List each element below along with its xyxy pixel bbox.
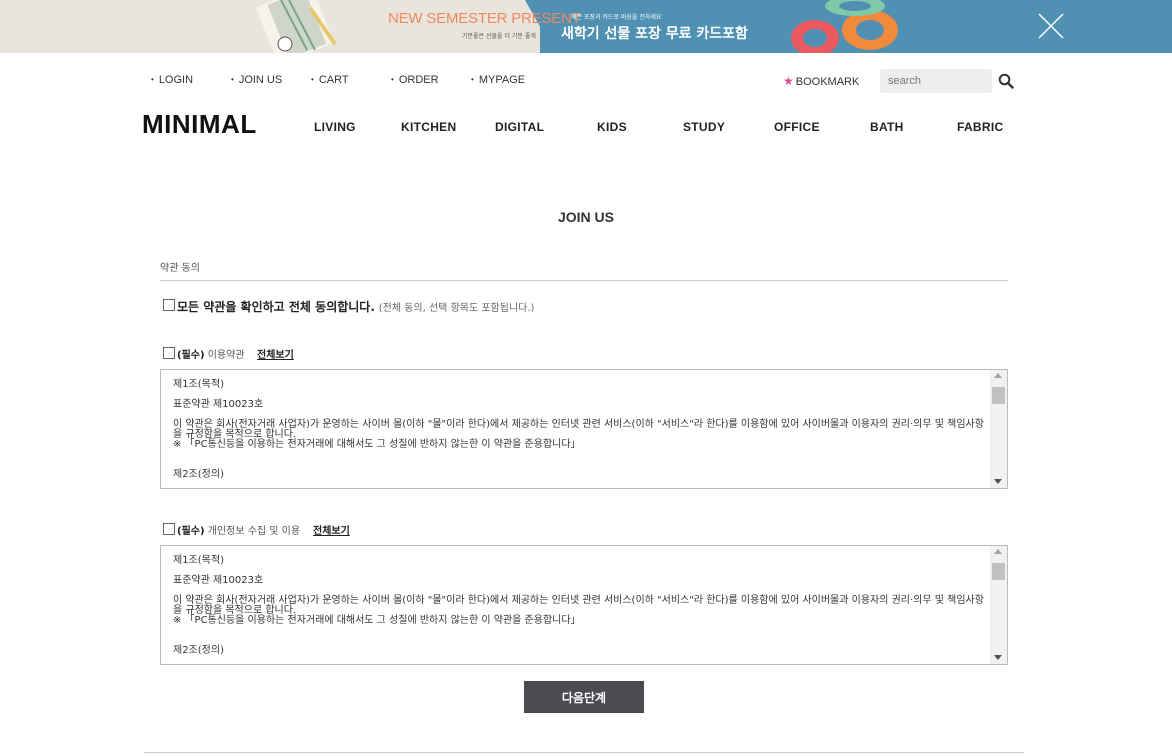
banner-headline: NEW SEMESTER PRESENT (388, 10, 581, 27)
star-icon: ★ (783, 74, 794, 88)
terms-of-use-checkbox[interactable] (163, 347, 175, 359)
search-input[interactable] (880, 69, 992, 93)
banner-small-text: 예쁜 포장과 카드로 마음을 전하세요 (571, 14, 662, 21)
section-label: 약관 동의 (160, 263, 200, 274)
order-link[interactable]: ORDER (391, 74, 439, 86)
close-icon[interactable] (1038, 13, 1064, 39)
terms-of-use-heading: (필수) 이용약관 (177, 346, 245, 361)
agree-all-text: 모든 약관을 확인하고 전체 동의합니다. (전체 동의, 선택 항목도 포함됩… (177, 298, 534, 315)
scrollbar[interactable] (990, 370, 1007, 488)
agree-all-note: (전체 동의, 선택 항목도 포함됩니다.) (378, 303, 535, 314)
terms-line: 이 약관은 회사(전자거래 사업자)가 운영하는 사이버 몰(이하 "몰"이라 … (173, 419, 984, 440)
scroll-down-icon[interactable] (994, 479, 1002, 484)
terms-line: ※ 「PC통신등을 이용하는 전자거래에 대해서도 그 성질에 반하지 않는한 … (173, 439, 581, 450)
terms-of-use-view-all-link[interactable]: 전체보기 (257, 346, 294, 361)
terms-of-use-title: 이용약관 (207, 350, 245, 361)
scroll-up-icon[interactable] (994, 373, 1002, 378)
mypage-link[interactable]: MYPAGE (471, 74, 525, 86)
privacy-terms-content: 제1조(목적) 표준약관 제10023호 이 약관은 회사(전자거래 사업자)가… (173, 555, 985, 664)
scroll-down-icon[interactable] (994, 655, 1002, 660)
section-divider (160, 280, 1008, 281)
agree-all-checkbox[interactable] (163, 299, 175, 311)
banner-promo-text: 새학기 선물 포장 무료 카드포함 (561, 26, 748, 42)
terms-line: 제2조(정의) (173, 469, 224, 480)
scrollbar-thumb[interactable] (992, 387, 1005, 404)
site-logo[interactable]: MINIMAL (142, 109, 257, 140)
nav-item-fabric[interactable]: FABRIC (957, 120, 1003, 134)
privacy-terms-box[interactable]: 제1조(목적) 표준약관 제10023호 이 약관은 회사(전자거래 사업자)가… (160, 545, 1008, 665)
promo-banner[interactable]: NEW SEMESTER PRESENT 기분좋은 선물을 더 기분 좋게 예쁜… (0, 0, 1172, 53)
nav-item-office[interactable]: OFFICE (774, 120, 820, 134)
tape-rolls-illustration (791, 0, 898, 53)
terms-line: 표준약관 제10023호 (173, 399, 264, 410)
page-title: JOIN US (557, 209, 614, 225)
scroll-up-icon[interactable] (994, 549, 1002, 554)
search-icon[interactable] (998, 73, 1014, 89)
nav-item-living[interactable]: LIVING (314, 120, 356, 134)
required-tag: (필수) (177, 350, 205, 361)
nav-item-digital[interactable]: DIGITAL (495, 120, 544, 134)
privacy-heading: (필수) 개인정보 수집 및 이용 (177, 522, 300, 537)
required-tag: (필수) (177, 526, 205, 537)
bookmark-label: BOOKMARK (795, 76, 860, 88)
scrollbar-thumb[interactable] (992, 563, 1005, 580)
next-step-button[interactable]: 다음단계 (524, 681, 644, 713)
terms-of-use-box[interactable]: 제1조(목적) 표준약관 제10023호 이 약관은 회사(전자거래 사업자)가… (160, 369, 1008, 489)
terms-line: 제2조(정의) (173, 645, 224, 656)
nav-item-bath[interactable]: BATH (870, 120, 904, 134)
join-us-link[interactable]: JOIN US (231, 74, 282, 86)
footer-divider (144, 752, 1024, 753)
cart-link[interactable]: CART (311, 74, 349, 86)
utility-menu: LOGIN JOIN US CART ORDER MYPAGE (0, 74, 1172, 90)
terms-line: ※ 「PC통신등을 이용하는 전자거래에 대해서도 그 성질에 반하지 않는한 … (173, 615, 581, 626)
privacy-view-all-link[interactable]: 전체보기 (313, 522, 350, 537)
terms-line: 표준약관 제10023호 (173, 575, 264, 586)
banner-headline-sub: 기분좋은 선물을 더 기분 좋게 (462, 33, 536, 40)
nav-item-kitchen[interactable]: KITCHEN (401, 120, 456, 134)
bookmark-link[interactable]: ★ BOOKMARK (783, 74, 859, 88)
terms-line: 제1조(목적) (173, 379, 224, 390)
login-link[interactable]: LOGIN (151, 74, 193, 86)
terms-line: 제1조(목적) (173, 555, 224, 566)
terms-line: 이 약관은 회사(전자거래 사업자)가 운영하는 사이버 몰(이하 "몰"이라 … (173, 595, 984, 616)
privacy-title: 개인정보 수집 및 이용 (207, 526, 301, 537)
stationery-illustration (255, 0, 337, 53)
nav-item-study[interactable]: STUDY (683, 120, 725, 134)
terms-of-use-content: 제1조(목적) 표준약관 제10023호 이 약관은 회사(전자거래 사업자)가… (173, 379, 985, 488)
privacy-checkbox[interactable] (163, 523, 175, 535)
scrollbar[interactable] (990, 546, 1007, 664)
agree-all-label: 모든 약관을 확인하고 전체 동의합니다. (177, 300, 375, 314)
nav-item-kids[interactable]: KIDS (597, 120, 627, 134)
